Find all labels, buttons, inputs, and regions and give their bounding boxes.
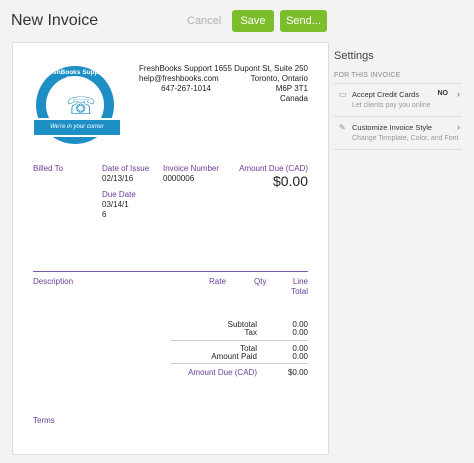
date-of-issue-block[interactable]: Date of Issue 02/13/16 xyxy=(102,164,149,184)
invoice-number-block[interactable]: Invoice Number 0000006 xyxy=(163,164,219,184)
due-date-value-1: 03/14/1 xyxy=(102,200,129,209)
description-header: Description xyxy=(33,277,74,286)
accept-credit-cards-desc: Let clients pay you online xyxy=(352,102,431,109)
customize-style-desc: Change Template, Color, and Font xyxy=(352,135,459,142)
settings-sidebar: Settings FOR THIS INVOICE ▭ Accept Credi… xyxy=(334,42,462,150)
qty-header: Qty xyxy=(254,277,267,286)
address-line-1: 1655 Dupont St, Suite 250 xyxy=(214,64,308,73)
due-date-block[interactable]: Due Date 03/14/1 6 xyxy=(102,190,136,220)
settings-subtitle: FOR THIS INVOICE xyxy=(334,72,401,79)
date-of-issue-value: 02/13/16 xyxy=(102,174,134,183)
rate-header: Rate xyxy=(209,277,226,286)
due-date-value-2: 6 xyxy=(102,210,107,219)
invoice-number-value: 0000006 xyxy=(163,174,195,183)
invoice-number-label: Invoice Number xyxy=(163,164,220,173)
settings-title: Settings xyxy=(334,50,374,62)
company-address[interactable]: 1655 Dupont St, Suite 250 Toronto, Ontar… xyxy=(213,64,308,104)
company-name: FreshBooks Support xyxy=(139,64,212,73)
final-due-value: $0.00 xyxy=(287,368,308,377)
line-total-header: Line Total xyxy=(291,277,308,296)
company-email: help@freshbooks.com xyxy=(139,74,219,83)
page-title: New Invoice xyxy=(11,12,99,29)
totals-divider xyxy=(171,340,308,341)
address-country: Canada xyxy=(279,94,308,103)
final-due-label: Amount Due (CAD) xyxy=(188,368,257,377)
company-contact[interactable]: FreshBooks Support help@freshbooks.com 6… xyxy=(139,64,219,94)
address-postal: M6P 3T1 xyxy=(275,84,308,93)
company-phone: 647-267-1014 xyxy=(161,84,211,93)
tax-label: Tax xyxy=(244,328,257,337)
date-of-issue-label: Date of Issue xyxy=(102,164,150,173)
items-divider xyxy=(33,271,308,272)
accept-credit-cards-item[interactable]: ▭ Accept Credit Cards NO › Let clients p… xyxy=(334,83,462,116)
invoice-paper: FreshBooks Support Team ☏ We're in your … xyxy=(12,42,329,455)
save-button[interactable]: Save xyxy=(232,10,274,32)
logo-ribbon: We're in your corner xyxy=(32,118,122,137)
credit-cards-state: NO xyxy=(437,90,449,97)
amount-due-value: $0.00 xyxy=(272,173,308,189)
amount-due-divider xyxy=(171,363,308,364)
cancel-button[interactable]: Cancel xyxy=(187,15,221,27)
send-button[interactable]: Send... xyxy=(280,10,327,32)
company-logo[interactable]: FreshBooks Support Team ☏ We're in your … xyxy=(32,66,122,144)
address-line-2: Toronto, Ontario xyxy=(250,74,308,83)
phone-icon: ☏ xyxy=(66,93,97,120)
tax-value: 0.00 xyxy=(292,328,308,337)
sidebar-divider xyxy=(334,149,462,150)
due-date-label: Due Date xyxy=(102,190,136,199)
chevron-right-icon: › xyxy=(457,89,460,99)
terms-label[interactable]: Terms xyxy=(33,416,55,426)
amount-paid-label: Amount Paid xyxy=(211,352,257,361)
billed-to-label[interactable]: Billed To xyxy=(33,164,63,174)
credit-card-icon: ▭ xyxy=(339,90,347,99)
customize-style-label: Customize Invoice Style xyxy=(352,123,433,132)
amount-paid-value: 0.00 xyxy=(292,352,308,361)
chevron-right-icon: › xyxy=(457,122,460,132)
paintbrush-icon: ✎ xyxy=(339,123,346,132)
customize-invoice-style-item[interactable]: ✎ Customize Invoice Style › Change Templ… xyxy=(334,116,462,149)
